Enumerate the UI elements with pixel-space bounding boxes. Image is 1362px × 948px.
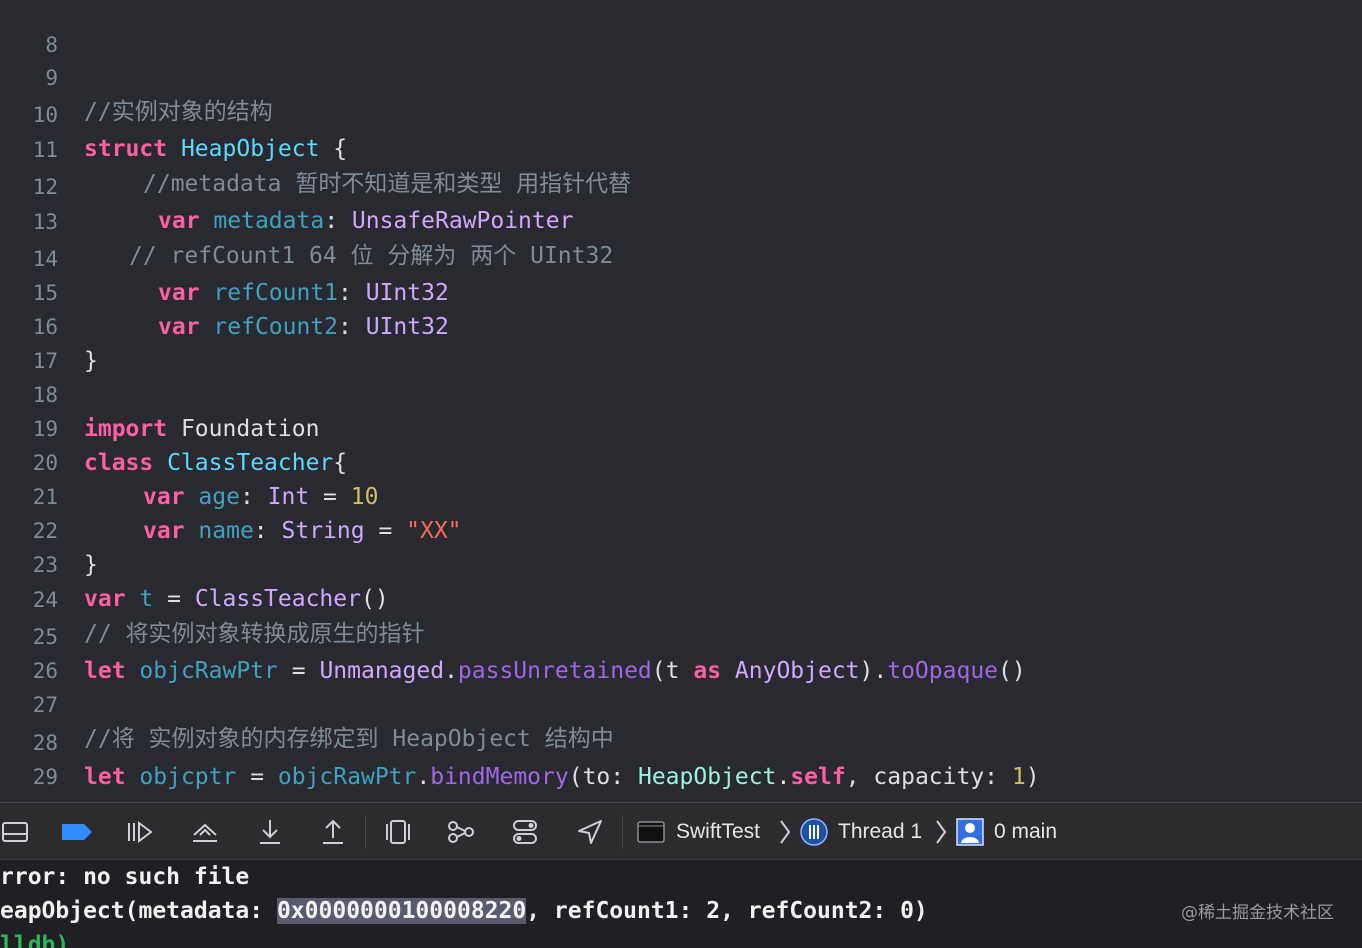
view-debugger-icon[interactable] bbox=[383, 817, 413, 847]
simulate-location-icon[interactable] bbox=[575, 817, 605, 847]
chevron-right-icon bbox=[936, 820, 947, 844]
code-line[interactable]: 10 struct HeapObject { bbox=[0, 64, 1362, 162]
code-line[interactable]: 9 //实例对象的结构 bbox=[0, 27, 1362, 125]
line-number: 30 bbox=[0, 794, 58, 802]
code-line[interactable]: 28 let objcptr = objcRawPtr.bindMemory(t… bbox=[0, 692, 1362, 790]
code-line[interactable]: 19 class ClassTeacher{ bbox=[0, 378, 1362, 476]
code-line[interactable]: 11 //metadata 暂时不知道是和类型 用指针代替 bbox=[0, 99, 1362, 197]
code-line[interactable]: 21 var name: String = "XX" bbox=[0, 446, 1362, 544]
code-line[interactable]: 26 bbox=[0, 620, 1362, 683]
debug-console[interactable]: rror: no such file eapObject(metadata: 0… bbox=[0, 860, 1362, 948]
toolbar-divider bbox=[622, 815, 623, 849]
debug-toolbar: SwiftTest Thread 1 0 main bbox=[0, 802, 1362, 860]
code-line[interactable]: 16 } bbox=[0, 276, 1362, 374]
code-line[interactable]: 27 //将 实例对象的内存绑定到 HeapObject 结构中 bbox=[0, 654, 1362, 752]
watermark: @稀土掘金技术社区 bbox=[1181, 903, 1334, 923]
step-over-icon[interactable] bbox=[190, 817, 220, 847]
environment-overrides-icon[interactable] bbox=[510, 817, 540, 847]
code-line[interactable]: 18 import Foundation bbox=[0, 344, 1362, 442]
lldb-prompt[interactable]: lldb) bbox=[0, 928, 69, 948]
terminal-app-icon bbox=[636, 817, 666, 847]
code-line[interactable]: 22 } bbox=[0, 480, 1362, 578]
step-out-icon[interactable] bbox=[318, 817, 348, 847]
code-editor[interactable]: 8 9 //实例对象的结构 10 struct HeapObject { 11 … bbox=[0, 0, 1362, 802]
toolbar-divider bbox=[365, 815, 366, 849]
console-text: , refCount1: 2, refCount2: 0) bbox=[526, 898, 928, 924]
code-line[interactable]: 20 var age: Int = 10 bbox=[0, 412, 1362, 510]
breadcrumb-frame[interactable]: 0 main bbox=[994, 803, 1057, 861]
step-into-icon[interactable] bbox=[255, 817, 285, 847]
code-line[interactable]: 8 bbox=[0, 0, 1362, 57]
chevron-right-icon bbox=[780, 820, 791, 844]
hide-debug-area-icon[interactable] bbox=[0, 817, 30, 847]
breadcrumb-target[interactable]: SwiftTest bbox=[676, 803, 760, 861]
thread-icon bbox=[799, 817, 829, 847]
code-line[interactable]: 23 var t = ClassTeacher() bbox=[0, 514, 1362, 612]
console-selected-address[interactable]: 0x0000000100008220 bbox=[276, 898, 527, 924]
code-line[interactable]: 15 var refCount2: UInt32 bbox=[0, 242, 1362, 340]
console-line: eapObject(metadata: 0x0000000100008220, … bbox=[0, 894, 928, 928]
breakpoint-toggle-icon[interactable] bbox=[60, 817, 94, 847]
code-line[interactable]: 14 var refCount1: UInt32 bbox=[0, 208, 1362, 306]
code-line[interactable]: 25 let objcRawPtr = Unmanaged.passUnreta… bbox=[0, 586, 1362, 684]
console-line: rror: no such file bbox=[0, 864, 250, 890]
continue-icon[interactable] bbox=[125, 817, 155, 847]
console-text: eapObject(metadata: bbox=[0, 898, 277, 924]
code-line[interactable]: 17 bbox=[0, 310, 1362, 373]
code-line[interactable]: 12 var metadata: UnsafeRawPointer bbox=[0, 136, 1362, 234]
code-line[interactable]: 24 // 将实例对象转换成原生的指针 bbox=[0, 549, 1362, 647]
stack-frame-user-icon bbox=[955, 817, 985, 847]
code-line[interactable]: 29 bbox=[0, 726, 1362, 789]
breadcrumb-thread[interactable]: Thread 1 bbox=[838, 803, 922, 861]
code-line[interactable]: 13 // refCount1 64 位 分解为 两个 UInt32 bbox=[0, 171, 1362, 269]
memory-graph-icon[interactable] bbox=[446, 817, 476, 847]
code-line[interactable]: 30 print(objcptr.pointee) bbox=[0, 760, 1362, 802]
